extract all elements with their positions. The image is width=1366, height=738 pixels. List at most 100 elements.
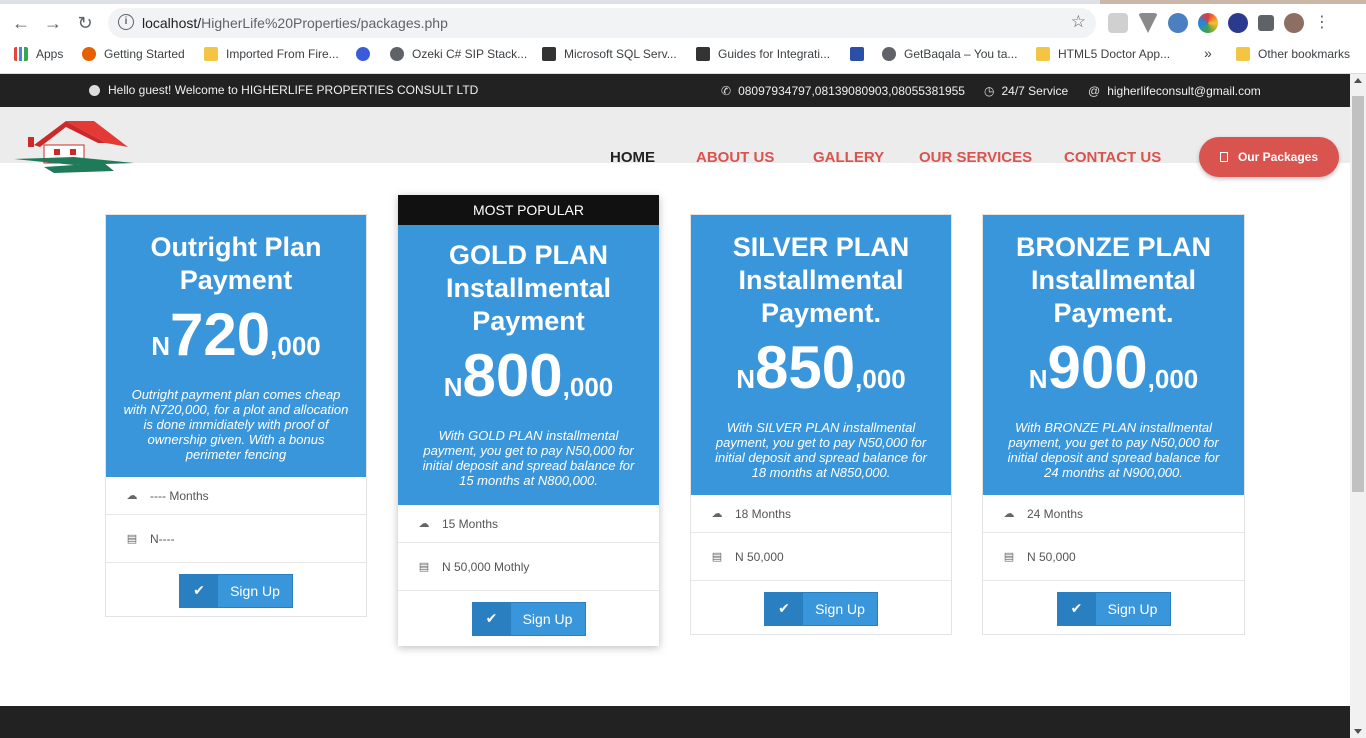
checkmark-icon: ✔: [1057, 592, 1096, 625]
price-main: 720: [170, 301, 271, 368]
bookmark-mssql[interactable]: Microsoft SQL Serv...: [542, 47, 677, 61]
vue-extension-icon[interactable]: [1138, 13, 1158, 33]
bookmark-apps[interactable]: Apps: [14, 47, 63, 61]
page-scrollbar[interactable]: [1350, 74, 1366, 738]
url-text[interactable]: localhost/HigherLife%20Properties/packag…: [142, 15, 448, 31]
plan-description: With SILVER PLAN installmental payment, …: [715, 420, 927, 480]
bookmark-star-icon[interactable]: ☆: [1071, 12, 1086, 32]
site-info-icon[interactable]: i: [118, 14, 134, 30]
scroll-down-arrow-icon[interactable]: [1354, 729, 1362, 734]
scrollbar-thumb[interactable]: [1352, 96, 1364, 492]
signup-label: Sign Up: [522, 610, 573, 627]
bookmark-guides[interactable]: Guides for Integrati...: [696, 47, 830, 61]
phone-numbers: 08097934797,08139080903,08055381955: [738, 84, 965, 98]
nav-contact-us[interactable]: CONTACT US: [1064, 149, 1161, 166]
back-arrow-icon[interactable]: ←: [8, 10, 34, 36]
reader-extension-icon[interactable]: [1108, 13, 1128, 33]
book-icon: ▤: [418, 561, 430, 573]
menu-kebab-icon[interactable]: ⋮: [1314, 13, 1330, 33]
price-tail: ,000: [270, 331, 321, 361]
bookmark-label: Other bookmarks: [1258, 47, 1351, 61]
globe-icon: [390, 47, 404, 61]
address-bar[interactable]: i localhost/HigherLife%20Properties/pack…: [108, 8, 1096, 38]
signup-button[interactable]: ✔ Sign Up: [1056, 591, 1171, 626]
price-currency: N: [736, 364, 756, 394]
bookmark-check[interactable]: [356, 47, 370, 61]
plan-price: N800,000: [398, 346, 659, 406]
plan-title-line: GOLD PLAN: [449, 240, 608, 270]
reload-icon[interactable]: ↻: [72, 10, 98, 36]
book-icon: ▤: [1003, 551, 1015, 563]
plan-amount: N 50,000: [735, 549, 784, 564]
most-popular-badge: MOST POPULAR: [398, 195, 659, 225]
plan-title-line: BRONZE PLAN: [1016, 232, 1211, 262]
plan-card-header: SILVER PLAN Installmental Payment. N850,…: [691, 215, 951, 495]
bookmark-getbaqala[interactable]: GetBaqala – You ta...: [882, 47, 1017, 61]
price-currency: N: [1028, 364, 1048, 394]
firefox-icon: [82, 47, 96, 61]
plan-duration-row: ☁ ---- Months: [106, 477, 366, 515]
plan-months: 18 Months: [735, 506, 792, 521]
forward-arrow-icon[interactable]: →: [40, 10, 66, 36]
book-icon: ▤: [126, 533, 138, 545]
extension-icons: ⋮: [1108, 10, 1330, 36]
welcome-text: Hello guest! Welcome to HIGHERLIFE PROPE…: [108, 83, 479, 97]
signup-button[interactable]: ✔ Sign Up: [471, 601, 586, 636]
plan-amount-row: ▤ N 50,000 Mothly: [398, 543, 659, 591]
checkmark-icon: ✔: [765, 592, 803, 625]
scroll-up-arrow-icon[interactable]: [1354, 78, 1362, 83]
bookmark-stack[interactable]: [850, 47, 864, 61]
plan-title-line: Payment.: [1053, 298, 1174, 328]
price-currency: N: [151, 331, 171, 361]
service-text: 24/7 Service: [1001, 84, 1069, 98]
plan-card-silver: SILVER PLAN Installmental Payment. N850,…: [690, 214, 952, 635]
profile-avatar[interactable]: [1284, 13, 1304, 33]
our-packages-button[interactable]: Our Packages: [1199, 137, 1339, 177]
at-icon: @: [1088, 84, 1101, 98]
phone-contact: ✆ 08097934797,08139080903,08055381955: [721, 84, 965, 98]
layers-icon: [850, 47, 864, 61]
page-viewport: Hello guest! Welcome to HIGHERLIFE PROPE…: [0, 74, 1350, 738]
signup-container: ✔ Sign Up: [106, 563, 366, 618]
plan-duration-row: ☁ 15 Months: [398, 505, 659, 543]
bookmark-other[interactable]: Other bookmarks: [1236, 47, 1350, 61]
plan-title-line: Installmental: [738, 265, 904, 295]
signup-label: Sign Up: [815, 600, 865, 617]
plan-card-header: BRONZE PLAN Installmental Payment. N900,…: [983, 215, 1244, 495]
price-tail: ,000: [562, 372, 614, 402]
nav-about-us[interactable]: ABOUT US: [696, 149, 774, 166]
email-text[interactable]: higherlifeconsult@gmail.com: [1107, 84, 1261, 98]
bookmark-label: Guides for Integrati...: [718, 47, 831, 61]
clock-icon: ◷: [984, 84, 995, 98]
signup-button[interactable]: ✔ Sign Up: [179, 573, 293, 608]
color-picker-extension-icon[interactable]: [1198, 13, 1218, 33]
extension-icon[interactable]: [1168, 13, 1188, 33]
nav-our-services[interactable]: OUR SERVICES: [919, 149, 1032, 166]
cx-icon: [696, 47, 710, 61]
company-logo[interactable]: [14, 119, 134, 173]
plan-amount-row: ▤ N----: [106, 515, 366, 563]
bookmark-getting-started[interactable]: Getting Started: [82, 47, 185, 61]
bookmark-label: HTML5 Doctor App...: [1058, 47, 1171, 61]
bookmark-label: GetBaqala – You ta...: [904, 47, 1018, 61]
plan-amount: N 50,000 Mothly: [442, 559, 530, 574]
puzzle-extensions-icon[interactable]: [1258, 15, 1274, 31]
nav-gallery[interactable]: GALLERY: [813, 149, 884, 166]
signup-label: Sign Up: [1107, 600, 1158, 617]
plan-months: 24 Months: [1027, 506, 1084, 521]
plan-description: Outright payment plan comes cheap with N…: [123, 387, 349, 462]
vpn-extension-icon[interactable]: [1228, 13, 1248, 33]
cloud-download-icon: ☁: [126, 490, 138, 502]
price-main: 900: [1047, 334, 1148, 401]
signup-button[interactable]: ✔ Sign Up: [764, 591, 878, 626]
plan-description: With GOLD PLAN installmental payment, yo…: [422, 428, 635, 488]
bookmark-imported[interactable]: Imported From Fire...: [204, 47, 339, 61]
bookmark-ozeki[interactable]: Ozeki C# SIP Stack...: [390, 47, 527, 61]
bookmark-html5doctor[interactable]: HTML5 Doctor App...: [1036, 47, 1170, 61]
globe-icon: [882, 47, 896, 61]
plan-title-line: Payment: [472, 306, 585, 336]
footer-band: [0, 706, 1350, 738]
bookmarks-overflow-chevron-icon[interactable]: »: [1204, 45, 1212, 61]
bookmark-label: Getting Started: [104, 47, 185, 61]
nav-home[interactable]: HOME: [610, 149, 655, 166]
